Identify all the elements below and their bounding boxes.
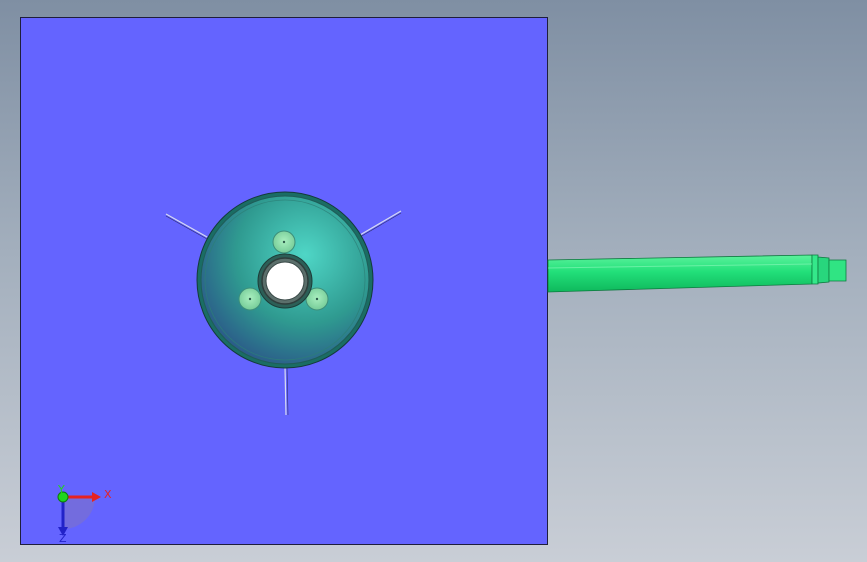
z-axis-label: Z [59,532,67,545]
nozzle-left[interactable] [238,287,262,311]
central-opening[interactable] [257,253,313,309]
nozzle-top[interactable] [272,230,296,254]
cad-viewport[interactable]: X Y Z [0,0,867,562]
y-axis-label: Y [57,483,65,496]
viewport-canvas[interactable]: X Y Z [0,0,867,562]
x-axis-label: X [104,488,112,501]
outlet-pipe[interactable] [547,254,847,293]
